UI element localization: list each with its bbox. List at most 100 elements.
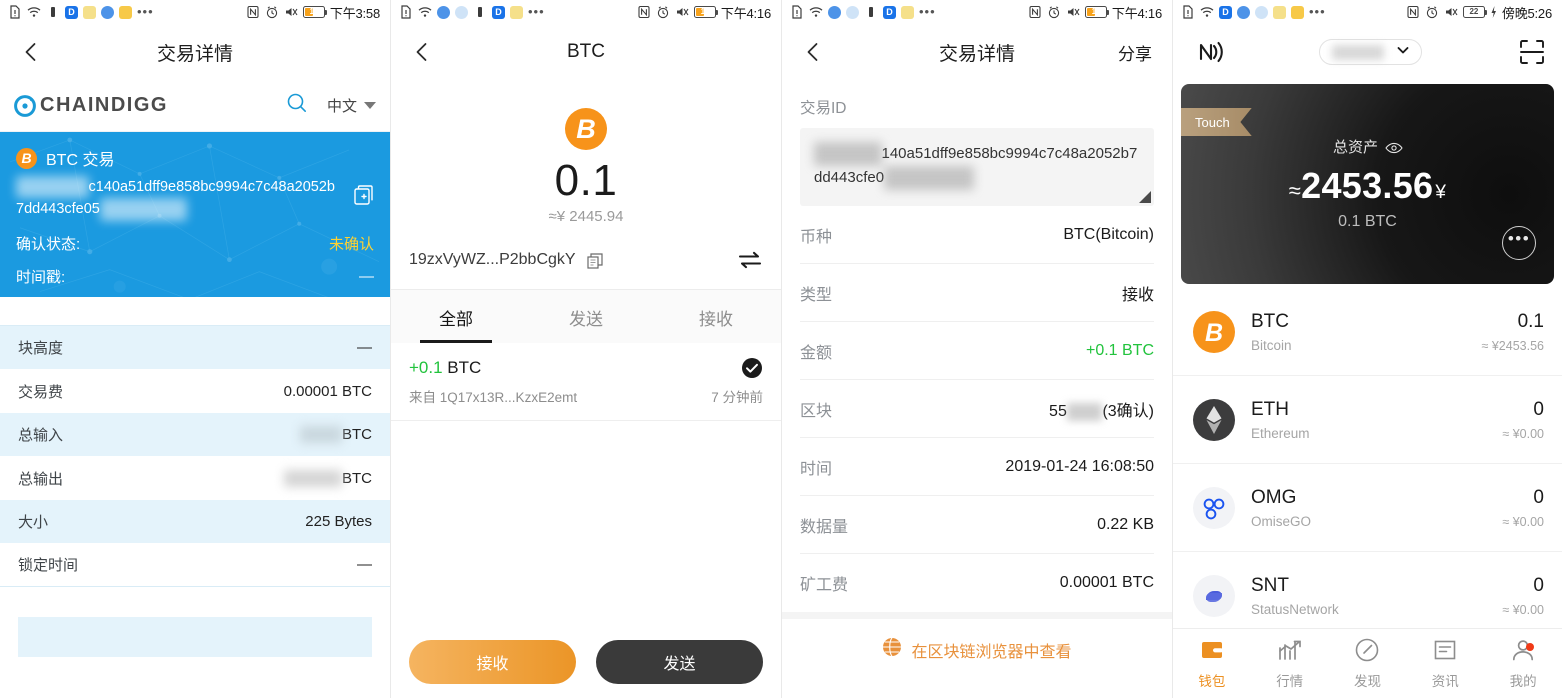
row-key: 金额 bbox=[800, 344, 833, 362]
transaction-list-item[interactable]: +0.1 BTC 来自 1Q17x13R...KzxE2emt 7 分钟前 bbox=[391, 343, 781, 421]
wifi-icon bbox=[809, 5, 823, 19]
row-value: 550000(3确认) bbox=[1049, 397, 1154, 421]
from-address: 1Q17x13R...KzxE2emt bbox=[439, 390, 578, 405]
row-key: 大小 bbox=[18, 514, 49, 532]
tab-send[interactable]: 发送 bbox=[521, 290, 651, 343]
coin-balance: 0.1 bbox=[1517, 310, 1544, 332]
confirm-status-row: 确认状态: 未确认 bbox=[16, 233, 374, 254]
table-row: 锁定时间 — bbox=[0, 543, 390, 587]
app-icon-blue-weibo bbox=[1237, 5, 1250, 19]
section-divider bbox=[782, 612, 1172, 619]
battery-small-icon bbox=[46, 5, 60, 19]
table-row: 币种 BTC(Bitcoin) bbox=[800, 206, 1154, 264]
row-value: 0.00001 BTC bbox=[283, 382, 372, 400]
transaction-meta-row: 来自 1Q17x13R...KzxE2emt 7 分钟前 bbox=[409, 386, 763, 406]
confirm-status-value: 未确认 bbox=[328, 235, 374, 253]
nav-item-profile[interactable]: 我的 bbox=[1484, 629, 1562, 698]
from-label: 来自 bbox=[409, 390, 436, 405]
table-row: 金额 +0.1 BTC bbox=[800, 322, 1154, 380]
app-icon-d: D bbox=[1219, 5, 1232, 19]
language-selector[interactable]: 中文 bbox=[327, 95, 376, 116]
row-value: — bbox=[357, 339, 372, 357]
coin-balance-block: 0 ≈ ¥0.00 bbox=[1502, 575, 1544, 617]
transaction-from: 来自 1Q17x13R...KzxE2emt bbox=[409, 386, 577, 406]
copy-icon[interactable] bbox=[352, 184, 376, 208]
app-icon-blue-circle bbox=[101, 5, 114, 19]
explorer-link-label: 在区块链浏览器中查看 bbox=[911, 643, 1072, 661]
tab-all[interactable]: 全部 bbox=[391, 290, 521, 343]
wifi-icon bbox=[1200, 5, 1214, 19]
transaction-amount-row: +0.1 BTC bbox=[409, 357, 763, 379]
swap-icon[interactable] bbox=[737, 247, 763, 273]
header-tools: 中文 bbox=[285, 91, 376, 120]
notification-badge bbox=[1525, 643, 1534, 651]
nav-item-market[interactable]: 行情 bbox=[1251, 629, 1329, 698]
app-icon-yellow bbox=[510, 5, 523, 19]
coin-balance-block: 0 ≈ ¥0.00 bbox=[1502, 399, 1544, 441]
scan-qr-icon[interactable] bbox=[1518, 38, 1546, 66]
timestamp-row: 时间戳: — bbox=[16, 266, 374, 287]
nfc-status-icon bbox=[1406, 5, 1420, 19]
hash-part-1: c140a51dff9e858bc9994c7c48a20 bbox=[88, 179, 311, 195]
back-icon[interactable] bbox=[802, 41, 824, 63]
view-in-explorer-link[interactable]: 在区块链浏览器中查看 bbox=[782, 619, 1172, 680]
status-bar-right-icons: 12 下午3:58 bbox=[246, 3, 380, 22]
coin-balance: 0 bbox=[1533, 486, 1544, 508]
table-row: 交易费 0.00001 BTC bbox=[0, 369, 390, 413]
status-bar-clock: 下午4:16 bbox=[720, 5, 771, 21]
panel-wallet-home: D ••• 22 傍晚5:26 Touch 总资产 ≈2453.56 ¥ 0.1… bbox=[1173, 0, 1562, 698]
search-icon[interactable] bbox=[285, 91, 309, 120]
nav-item-wallet[interactable]: 钱包 bbox=[1173, 629, 1251, 698]
status-bar-right-icons: 11 下午4:16 bbox=[637, 3, 771, 22]
transaction-amount: +0.1 BTC bbox=[409, 358, 481, 378]
chevron-down-icon bbox=[1395, 42, 1411, 63]
back-icon[interactable] bbox=[411, 41, 433, 63]
list-item[interactable]: SNT StatusNetwork 0 ≈ ¥0.00 bbox=[1173, 552, 1562, 640]
wallet-address-row: 19zxVyWZ...P2bbCgkY bbox=[391, 225, 781, 290]
wifi-icon bbox=[27, 5, 41, 19]
copy-icon[interactable] bbox=[586, 252, 603, 269]
wallet-selector[interactable] bbox=[1319, 39, 1422, 65]
table-row: 数据量 0.22 KB bbox=[800, 496, 1154, 554]
app-icon-yellow bbox=[1273, 5, 1286, 19]
card-title: BTC 交易 bbox=[46, 152, 115, 169]
coin-fiat-value: ≈ ¥0.00 bbox=[1502, 514, 1544, 529]
list-item[interactable]: B BTC Bitcoin 0.1 ≈ ¥2453.56 bbox=[1173, 288, 1562, 376]
eye-toggle-icon[interactable] bbox=[1385, 141, 1403, 153]
status-bar-left-icons: D ••• bbox=[8, 5, 154, 19]
more-options-button[interactable]: ••• bbox=[1502, 226, 1536, 260]
coin-symbol: ETH bbox=[1251, 398, 1289, 420]
tab-receive[interactable]: 接收 bbox=[651, 290, 781, 343]
btc-icon: B bbox=[1193, 310, 1235, 353]
status-bar-left-icons: D ••• bbox=[1181, 5, 1326, 19]
txid-textbox[interactable]: xxxxxxxxx140a51dff9e858bc9994c7c48a2052b… bbox=[800, 128, 1154, 206]
total-assets-label: 总资产 bbox=[1332, 139, 1378, 156]
nav-label: 发现 bbox=[1353, 674, 1381, 689]
resize-handle-icon[interactable] bbox=[1139, 191, 1151, 203]
battery-icon: 11 bbox=[1084, 6, 1110, 18]
coin-symbol: SNT bbox=[1251, 575, 1289, 596]
charging-icon bbox=[1490, 5, 1497, 19]
alarm-icon bbox=[1425, 5, 1439, 19]
txid-section: 交易ID xxxxxxxxx140a51dff9e858bc9994c7c48a… bbox=[782, 80, 1172, 206]
nfc-icon[interactable] bbox=[1189, 39, 1223, 65]
list-item[interactable]: OMG OmiseGO 0 ≈ ¥0.00 bbox=[1173, 464, 1562, 552]
timestamp-value: — bbox=[359, 267, 374, 285]
row-value: — bbox=[357, 556, 372, 574]
asset-list: B BTC Bitcoin 0.1 ≈ ¥2453.56 ETH Ethereu… bbox=[1173, 288, 1562, 640]
battery-level: 12 bbox=[309, 7, 319, 16]
back-icon[interactable] bbox=[20, 41, 42, 63]
chaindigg-logo[interactable]: CHAINDIGG bbox=[14, 94, 168, 117]
nav-item-news[interactable]: 资讯 bbox=[1406, 629, 1484, 698]
row-key: 总输出 bbox=[18, 470, 64, 488]
share-button[interactable]: 分享 bbox=[1118, 40, 1152, 65]
send-button[interactable]: 发送 bbox=[596, 640, 763, 684]
receive-button[interactable]: 接收 bbox=[409, 640, 576, 684]
status-bar-right-icons: 11 下午4:16 bbox=[1028, 3, 1162, 22]
list-item[interactable]: ETH Ethereum 0 ≈ ¥0.00 bbox=[1173, 376, 1562, 464]
nav-item-discover[interactable]: 发现 bbox=[1329, 629, 1407, 698]
total-assets-crypto: 0.1 BTC bbox=[1338, 213, 1397, 230]
battery-small-icon bbox=[864, 5, 878, 19]
approx-sign: ≈ bbox=[1288, 178, 1302, 203]
table-row: 类型 接收 bbox=[800, 264, 1154, 322]
